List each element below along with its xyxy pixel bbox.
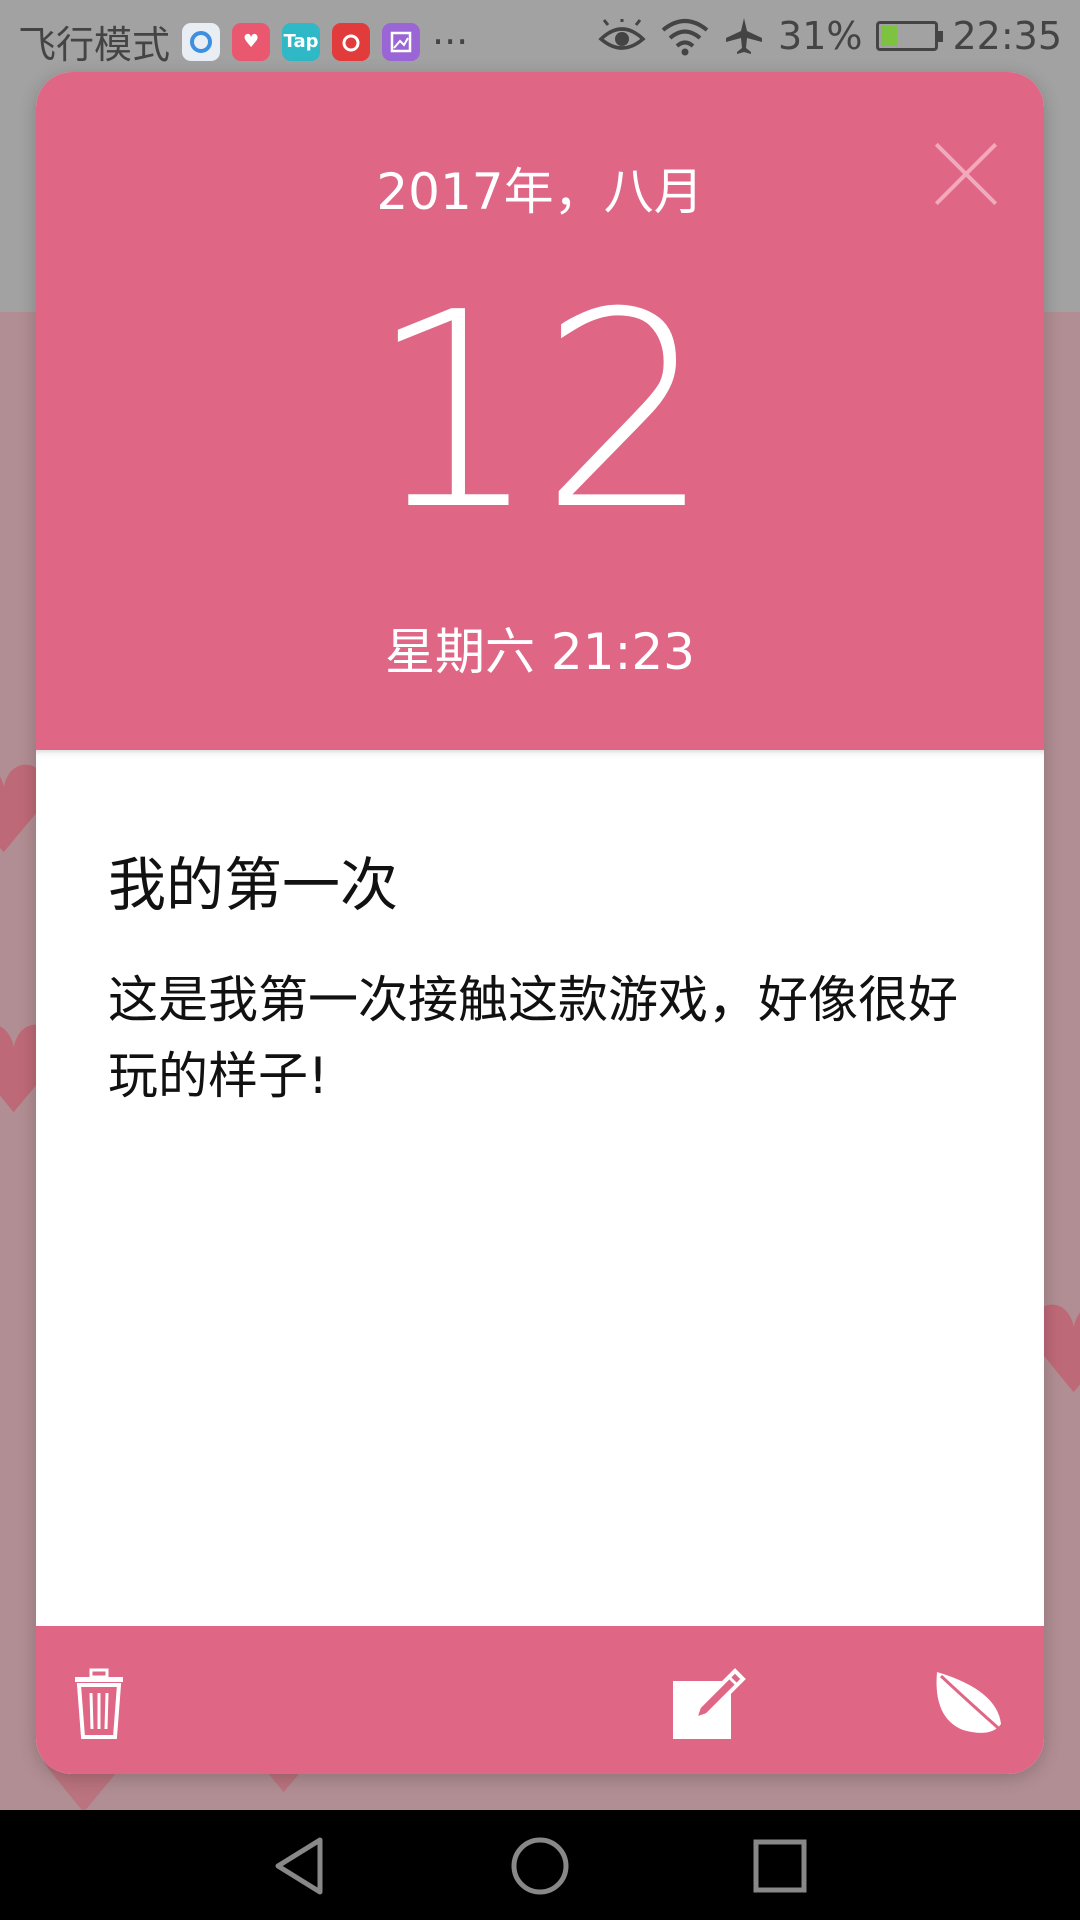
airplane-icon [726,18,763,54]
taptap-app-icon: Tap [282,22,321,61]
netease-music-app-icon [332,22,371,61]
wifi-icon [661,19,709,56]
close-icon[interactable] [924,132,1008,216]
recents-icon [753,1839,807,1893]
year-month-label: 2017年，八月 [376,163,704,221]
back-button[interactable] [260,1826,340,1906]
edit-button[interactable] [664,1658,754,1748]
trash-icon [75,1668,123,1739]
recents-button[interactable] [740,1826,820,1906]
status-left: 飞行模式 ♥ Tap ··· [18,14,468,69]
battery-percent: 31% [778,14,863,58]
day-number: 12 [368,254,712,569]
diary-entry-card: 2017年，八月 12 星期六 21:23 我的第一次 这是我第一次接触这款游戏… [36,72,1044,1774]
note-body: 我的第一次 这是我第一次接触这款游戏，好像很好玩的样子! [36,750,1044,1626]
delete-button[interactable] [54,1658,144,1748]
date-header: 2017年，八月 12 星期六 21:23 [36,72,1044,750]
status-bar: 飞行模式 ♥ Tap ··· 31% 22:35 [0,0,1080,72]
status-time: 22:35 [952,14,1062,58]
airplane-mode-label: 飞行模式 [18,23,171,67]
leaf-button[interactable] [924,1658,1014,1748]
navigation-bar [0,1810,1080,1920]
leaf-icon [936,1672,1006,1736]
note-title: 我的第一次 [108,851,399,919]
browser-app-icon [182,22,221,61]
status-right: 31% 22:35 [598,14,1062,58]
health-app-icon: ♥ [232,22,271,61]
home-icon [511,1837,569,1895]
home-button[interactable] [500,1826,580,1906]
battery-icon [876,21,944,51]
edit-icon [673,1668,746,1739]
note-content: 这是我第一次接触这款游戏，好像很好玩的样子! [108,971,958,1105]
weekday-time-label: 星期六 21:23 [385,623,695,681]
battery-level-fill [881,26,898,46]
gallery-app-icon [382,22,421,61]
back-icon [275,1837,323,1895]
more-notifications-icon: ··· [432,19,469,64]
card-footer-toolbar [36,1626,1044,1774]
eye-comfort-icon [598,19,646,50]
